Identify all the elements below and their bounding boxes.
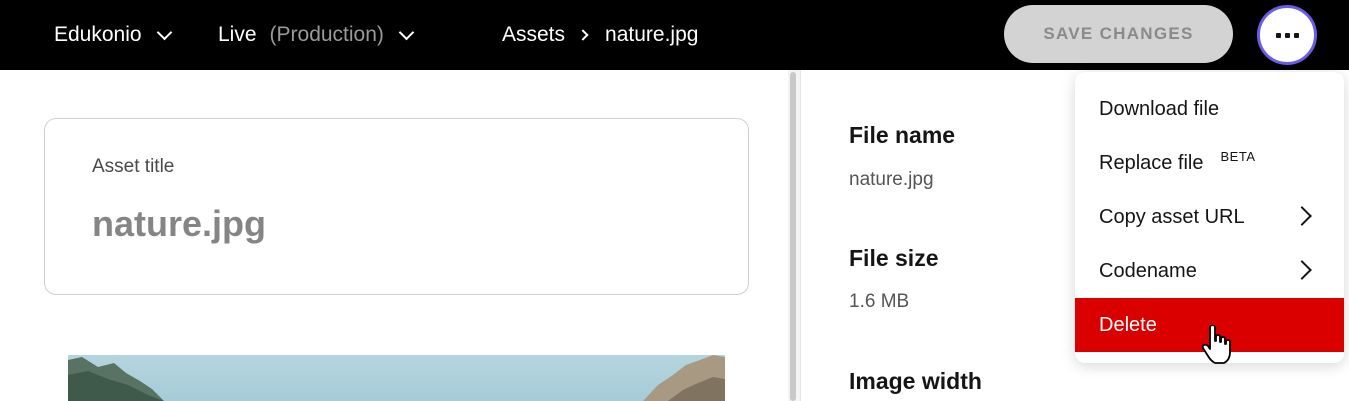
menu-item-label: Replace file <box>1099 151 1204 174</box>
menu-item-copy-asset-url[interactable]: Copy asset URL <box>1075 190 1344 244</box>
chevron-right-icon <box>577 29 589 41</box>
environment-switcher[interactable]: Live (Production) <box>218 0 415 70</box>
file-size-value: 1.6 MB <box>849 291 910 312</box>
more-actions-menu: Download file Replace file BETA Copy ass… <box>1075 72 1344 363</box>
chevron-right-icon <box>1292 206 1312 226</box>
environment-note: (Production) <box>269 23 384 46</box>
chevron-down-icon <box>156 24 172 40</box>
menu-item-label: Copy asset URL <box>1099 205 1245 228</box>
menu-item-label: Delete <box>1099 313 1157 336</box>
menu-item-label: Codename <box>1099 259 1197 282</box>
asset-title-field[interactable]: Asset title nature.jpg <box>44 118 749 295</box>
project-name: Edukonio <box>54 23 142 46</box>
file-size-label: File size <box>849 245 939 271</box>
image-width-label: Image width <box>849 368 982 394</box>
more-actions-button[interactable] <box>1257 5 1317 65</box>
ellipsis-icon <box>1293 32 1299 38</box>
environment-name: Live <box>218 23 257 46</box>
asset-title-value[interactable]: nature.jpg <box>92 203 266 245</box>
breadcrumb: Assets nature.jpg <box>502 0 698 70</box>
divider <box>800 70 801 401</box>
asset-title-label: Asset title <box>92 156 175 177</box>
chevron-down-icon <box>398 24 415 40</box>
beta-badge: BETA <box>1220 148 1256 164</box>
menu-item-codename[interactable]: Codename <box>1075 244 1344 298</box>
file-name-value: nature.jpg <box>849 169 934 190</box>
chevron-right-icon <box>1292 260 1312 280</box>
ellipsis-icon <box>1275 32 1281 38</box>
menu-item-download-file[interactable]: Download file <box>1075 82 1344 136</box>
breadcrumb-current: nature.jpg <box>605 23 699 46</box>
nature-image <box>68 355 725 401</box>
image-preview <box>68 355 725 401</box>
file-name-label: File name <box>849 122 956 148</box>
project-switcher[interactable]: Edukonio <box>54 0 172 70</box>
scrollbar-thumb[interactable] <box>790 72 796 401</box>
breadcrumb-assets-link[interactable]: Assets <box>502 23 565 47</box>
menu-item-label: Download file <box>1099 97 1220 120</box>
top-bar: Edukonio Live (Production) Assets nature… <box>0 0 1349 70</box>
save-changes-button[interactable]: SAVE CHANGES <box>1004 5 1233 63</box>
ellipsis-icon <box>1284 32 1290 38</box>
hand-pointer-cursor-icon <box>1201 325 1231 364</box>
menu-item-replace-file[interactable]: Replace file BETA <box>1075 136 1344 190</box>
